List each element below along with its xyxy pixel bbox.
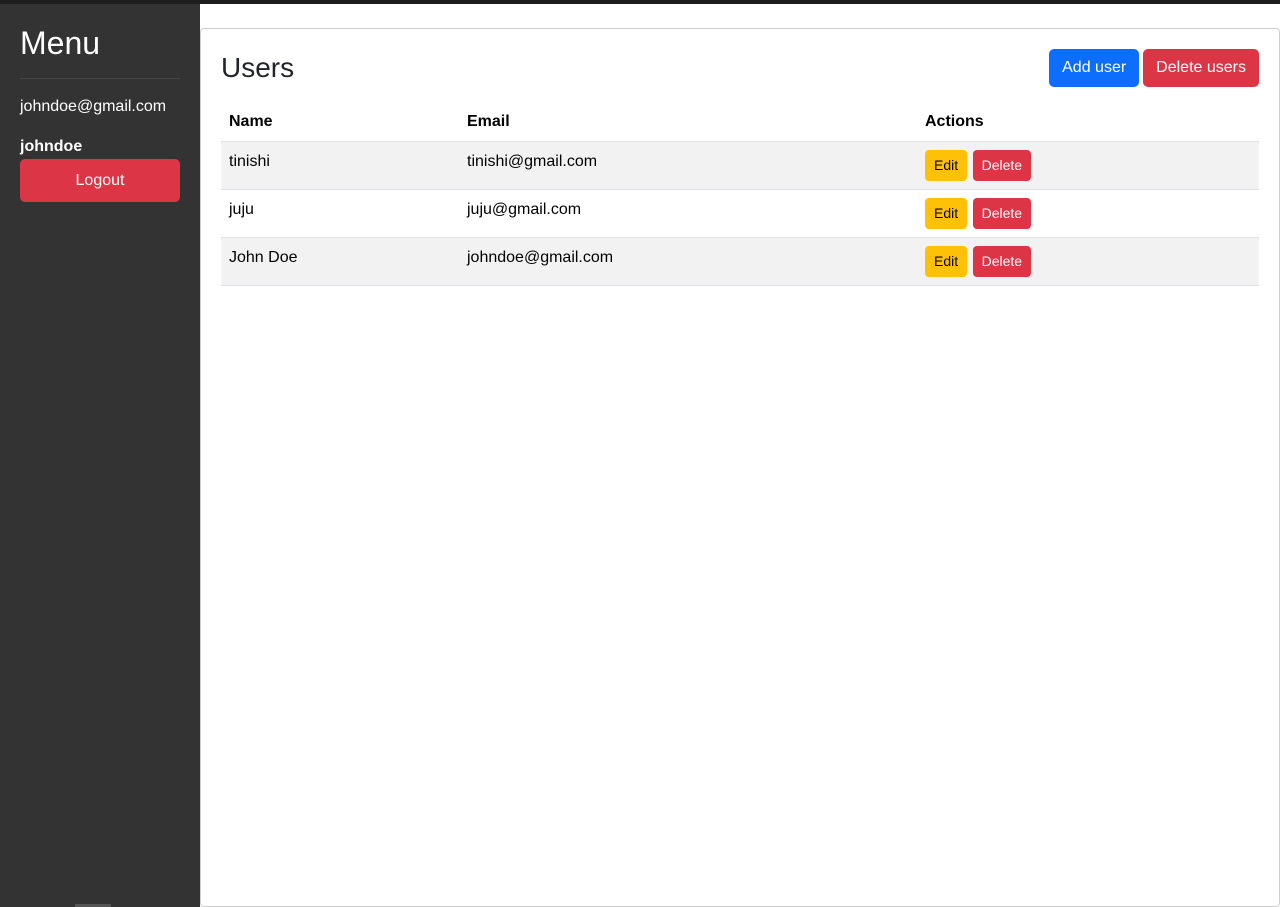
user-actions-cell: Edit Delete [917, 237, 1259, 286]
edit-user-button[interactable]: Edit [925, 149, 968, 181]
users-header: Users Add user Delete users [221, 49, 1259, 87]
current-user-email: johndoe@gmail.com [20, 98, 167, 115]
sidebar-title: Menu [20, 25, 101, 61]
delete-user-button[interactable]: Delete [972, 149, 1032, 181]
edit-user-button[interactable]: Edit [925, 245, 968, 277]
delete-user-button[interactable]: Delete [972, 197, 1032, 229]
column-header-email: Email [459, 103, 917, 142]
header-actions: Add user Delete users [1049, 49, 1259, 87]
column-header-name: Name [221, 103, 459, 142]
users-table: Name Email Actions tinishi tinishi@gmail… [221, 103, 1259, 286]
user-email-cell: tinishi@gmail.com [459, 141, 917, 190]
edit-user-button[interactable]: Edit [925, 197, 968, 229]
user-email-cell: juju@gmail.com [459, 189, 917, 238]
delete-users-button[interactable]: Delete users [1143, 49, 1259, 87]
user-name-cell: juju [221, 189, 459, 238]
add-user-button[interactable]: Add user [1049, 49, 1140, 87]
user-name-cell: tinishi [221, 141, 459, 190]
user-actions-cell: Edit Delete [917, 189, 1259, 238]
sidebar: Menu johndoe@gmail.com johndoe Logout [0, 4, 200, 907]
user-email-cell: johndoe@gmail.com [459, 237, 917, 286]
column-header-actions: Actions [917, 103, 1259, 142]
table-row: John Doe johndoe@gmail.com Edit Delete [221, 237, 1259, 286]
delete-user-button[interactable]: Delete [972, 245, 1032, 277]
sidebar-divider [20, 78, 180, 79]
user-actions-cell: Edit Delete [917, 141, 1259, 190]
user-name-cell: John Doe [221, 237, 459, 286]
table-header-row: Name Email Actions [221, 103, 1259, 142]
page-title: Users [221, 52, 295, 83]
current-username: johndoe [20, 138, 83, 155]
logout-button[interactable]: Logout [20, 159, 180, 202]
table-row: juju juju@gmail.com Edit Delete [221, 189, 1259, 238]
table-row: tinishi tinishi@gmail.com Edit Delete [221, 141, 1259, 190]
users-panel: Users Add user Delete users Name Email A… [200, 28, 1280, 907]
